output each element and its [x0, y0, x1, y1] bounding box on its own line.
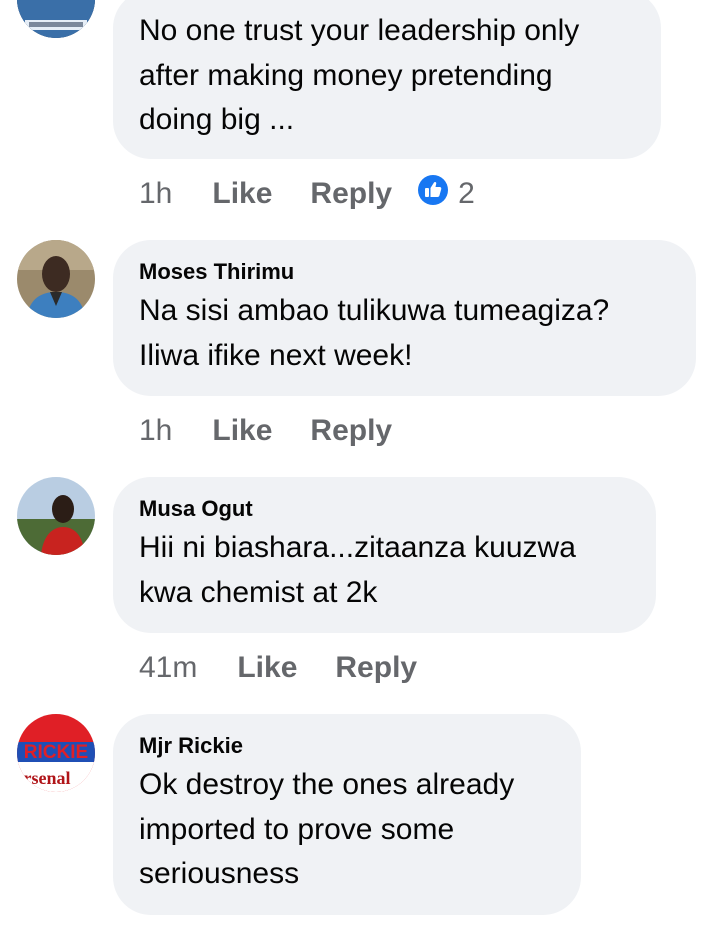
- like-button[interactable]: Like: [212, 414, 272, 448]
- comment-text: Na sisi ambao tulikuwa tumeagiza? Iliwa …: [139, 294, 610, 372]
- reaction-summary[interactable]: 2: [418, 175, 475, 213]
- avatar-logo-subtext: rsenal: [24, 768, 71, 788]
- comment-bubble: Musa Ogut Hii ni biashara...zitaanza kuu…: [113, 477, 656, 633]
- avatar[interactable]: [17, 240, 95, 318]
- comment-actions: 1h Like Reply: [139, 411, 392, 451]
- like-button[interactable]: Like: [212, 177, 272, 211]
- avatar[interactable]: RICKIE rsenal: [17, 714, 95, 792]
- comment-timestamp[interactable]: 41m: [139, 651, 197, 685]
- comment-bubble: Moses Thirimu Na sisi ambao tulikuwa tum…: [113, 240, 696, 396]
- comment-author[interactable]: Moses Thirimu: [139, 240, 670, 285]
- comment-timestamp[interactable]: 1h: [139, 414, 172, 448]
- like-button[interactable]: Like: [237, 651, 297, 685]
- avatar[interactable]: [17, 477, 95, 555]
- comment-author[interactable]: Mjr Rickie: [139, 714, 555, 759]
- comment-bubble: Mjr Rickie Ok destroy the ones already i…: [113, 714, 581, 915]
- comment-timestamp[interactable]: 1h: [139, 177, 172, 211]
- reply-button[interactable]: Reply: [310, 177, 392, 211]
- comment-text: No one trust your leadership only after …: [139, 14, 580, 136]
- comment-actions: 41m Like Reply: [139, 648, 417, 688]
- comment-actions: 1h Like Reply 2: [139, 174, 475, 214]
- comment-bubble: No one trust your leadership only after …: [113, 0, 661, 159]
- reply-button[interactable]: Reply: [310, 414, 392, 448]
- avatar[interactable]: [17, 0, 95, 38]
- comment-author[interactable]: Musa Ogut: [139, 477, 630, 522]
- reaction-count: 2: [458, 177, 475, 210]
- reply-button[interactable]: Reply: [335, 651, 417, 685]
- comment-text: Hii ni biashara...zitaanza kuuzwa kwa ch…: [139, 531, 576, 609]
- avatar-logo-text: RICKIE: [24, 742, 88, 763]
- comment-text: Ok destroy the ones already imported to …: [139, 768, 515, 890]
- thumbs-up-icon: [418, 175, 449, 213]
